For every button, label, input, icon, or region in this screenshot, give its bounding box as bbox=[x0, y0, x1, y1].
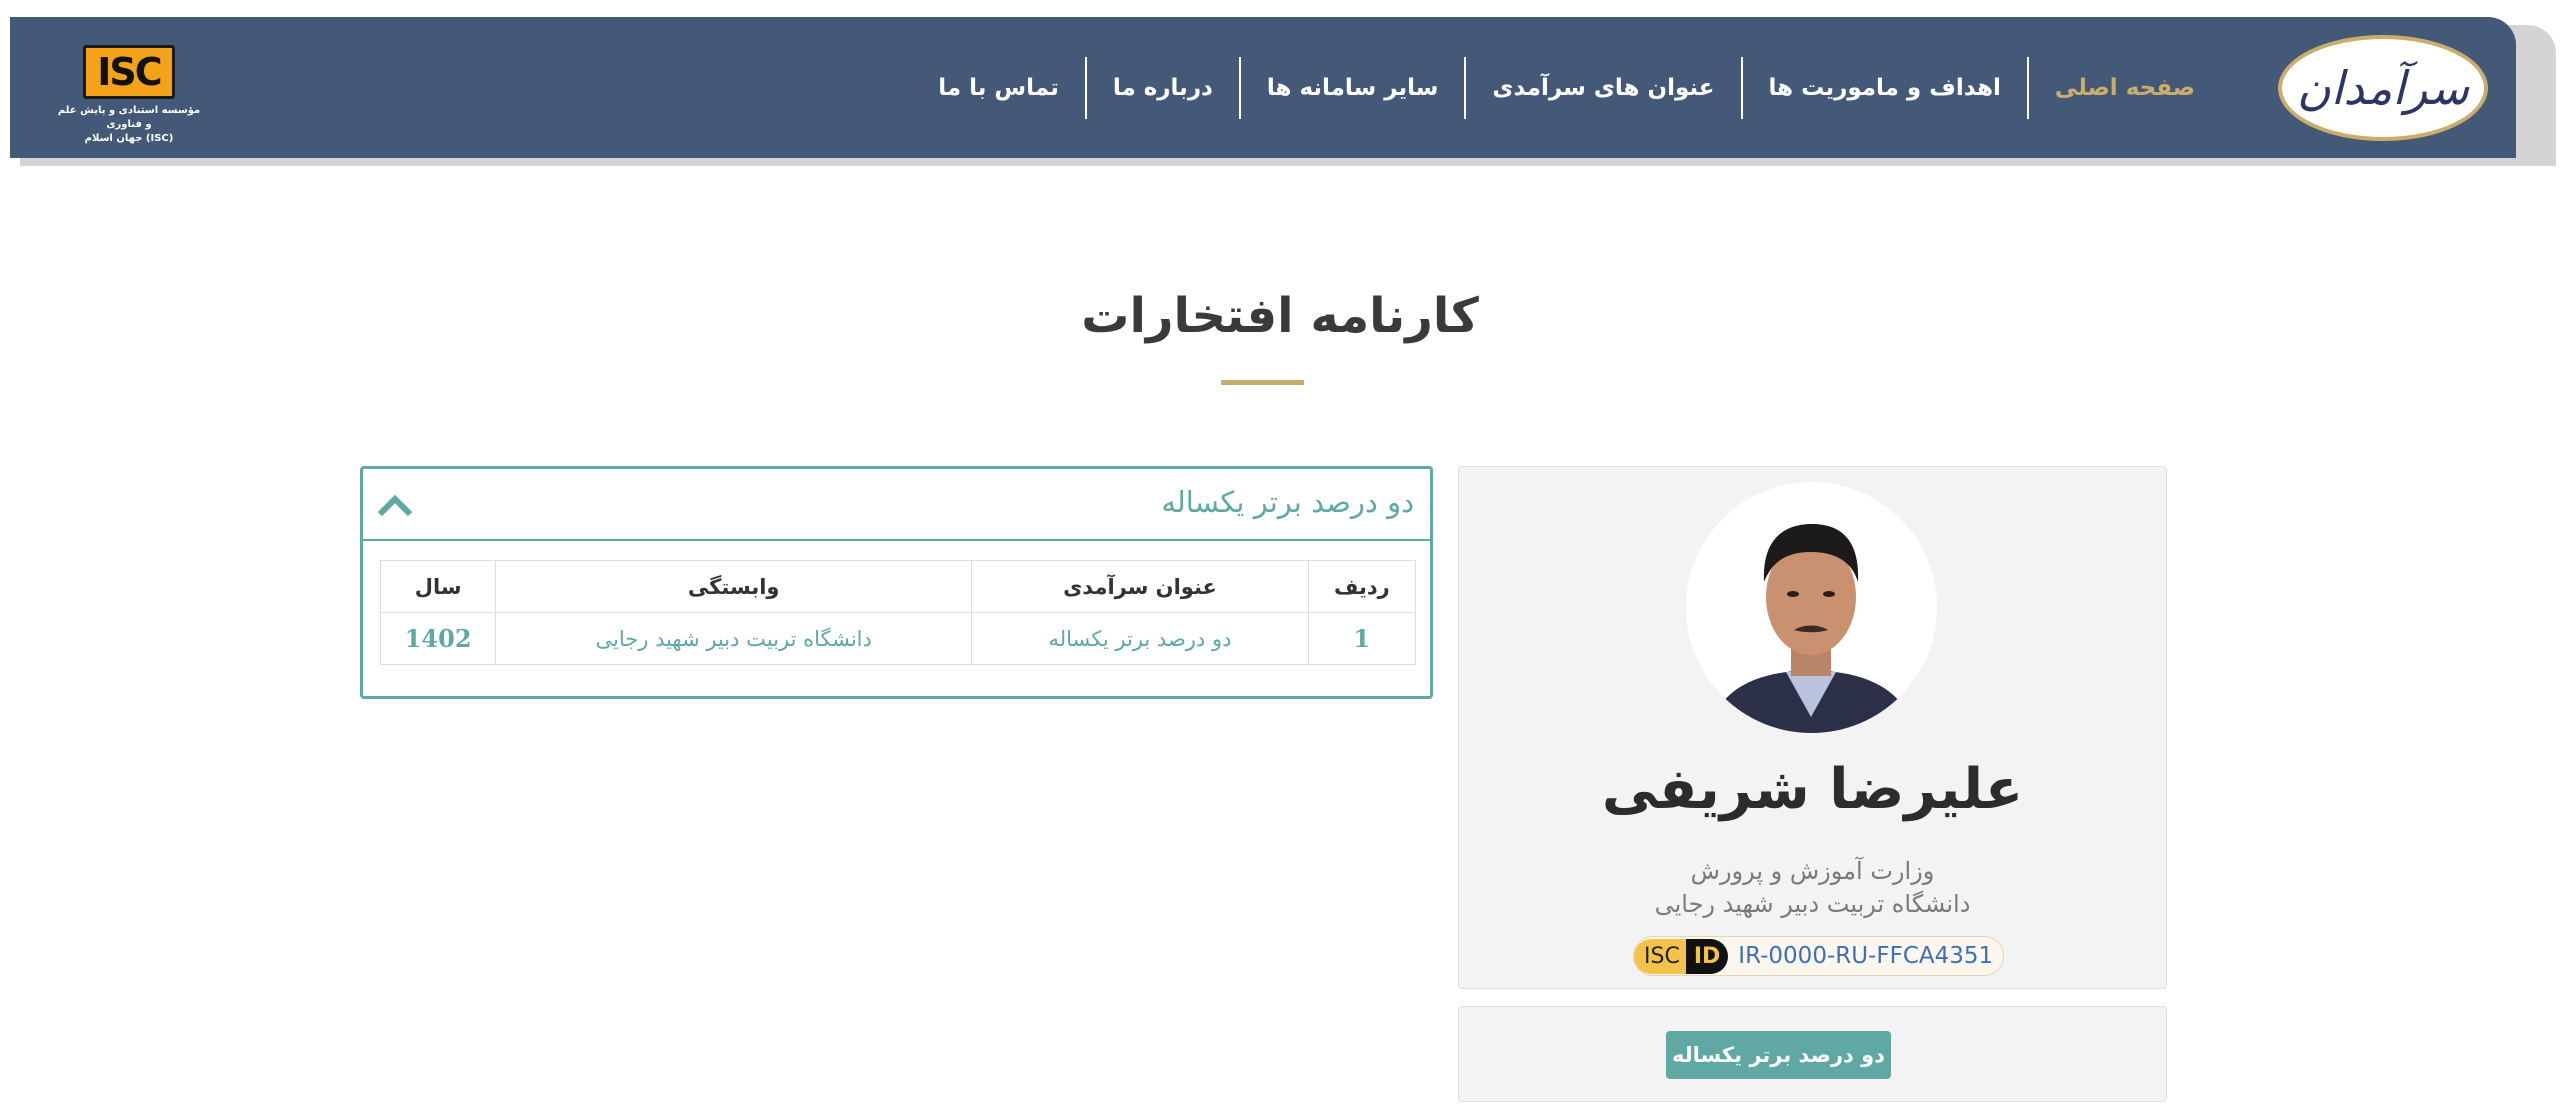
table-header-row: ردیف عنوان سرآمدی وابستگی سال bbox=[379, 560, 1417, 613]
cell-row-number: 1 bbox=[1307, 612, 1417, 665]
cell-year: 1402 bbox=[379, 612, 497, 665]
col-header-year: سال bbox=[379, 560, 497, 613]
awards-panel-header[interactable]: دو درصد برتر یکساله bbox=[363, 469, 1430, 541]
cell-title: دو درصد برتر یکساله bbox=[971, 612, 1309, 665]
isc-logo[interactable]: ISC مؤسسه استنادی و پایش علم و فناوری جه… bbox=[54, 45, 204, 153]
nav-goals[interactable]: اهداف و ماموریت ها bbox=[1743, 75, 2027, 101]
nav-about[interactable]: درباره ما bbox=[1087, 75, 1239, 101]
avatar bbox=[1686, 482, 1937, 733]
isc-logo-mark: ISC bbox=[83, 45, 175, 99]
brand-logo[interactable]: سرآمدان bbox=[2278, 35, 2488, 141]
person-name: علیرضا شریفی bbox=[1601, 757, 2024, 822]
isc-tag: ISC bbox=[1634, 938, 1686, 974]
profile-card: علیرضا شریفی وزارت آموزش و پرورش دانشگاه… bbox=[1458, 466, 2167, 989]
col-header-row-number: ردیف bbox=[1307, 560, 1417, 613]
col-header-title: عنوان سرآمدی bbox=[971, 560, 1309, 613]
nav-titles[interactable]: عنوان های سرآمدی bbox=[1466, 75, 1740, 101]
cell-affiliation: دانشگاه تربیت دبیر شهید رجایی bbox=[495, 612, 973, 665]
isc-caption-line1: مؤسسه استنادی و پایش علم و فناوری bbox=[57, 105, 201, 130]
col-header-affiliation: وابستگی bbox=[495, 560, 973, 613]
main-nav: صفحه اصلی اهداف و ماموریت ها عنوان های س… bbox=[912, 17, 2221, 158]
nav-other-systems[interactable]: سایر سامانه ها bbox=[1241, 75, 1465, 101]
top-navbar: سرآمدان صفحه اصلی اهداف و ماموریت ها عنو… bbox=[10, 17, 2516, 158]
id-tag: ID bbox=[1685, 938, 1729, 974]
chevron-up-icon[interactable] bbox=[377, 487, 413, 523]
affiliation-line1: وزارت آموزش و پرورش bbox=[1690, 857, 1935, 885]
avatar-photo bbox=[1686, 482, 1937, 733]
affiliation-line2: دانشگاه تربیت دبیر شهید رجایی bbox=[1654, 890, 1971, 918]
awards-table: ردیف عنوان سرآمدی وابستگی سال 1 دو درصد … bbox=[379, 560, 1417, 665]
awards-panel-title: دو درصد برتر یکساله bbox=[1161, 485, 1414, 519]
isc-id-badge[interactable]: ISC ID IR-0000-RU-FFCA4351 bbox=[1633, 936, 2005, 976]
awards-panel: دو درصد برتر یکساله ردیف عنوان سرآمدی وا… bbox=[360, 466, 1433, 699]
title-underline bbox=[1221, 380, 1304, 385]
badges-card: دو درصد برتر یکساله bbox=[1458, 1006, 2167, 1102]
nav-contact[interactable]: تماس با ما bbox=[912, 75, 1085, 101]
table-row: 1 دو درصد برتر یکساله دانشگاه تربیت دبیر… bbox=[379, 612, 1417, 665]
brand-logo-text: سرآمدان bbox=[2296, 61, 2470, 115]
person-affiliation: وزارت آموزش و پرورش دانشگاه تربیت دبیر ش… bbox=[1459, 855, 2166, 921]
isc-id-code[interactable]: IR-0000-RU-FFCA4351 bbox=[1738, 943, 1993, 969]
award-badge-button[interactable]: دو درصد برتر یکساله bbox=[1666, 1031, 1891, 1079]
isc-logo-caption: مؤسسه استنادی و پایش علم و فناوری جهان ا… bbox=[54, 104, 204, 146]
page-title: کارنامه افتخارات bbox=[1081, 288, 1479, 344]
isc-caption-line2: جهان اسلام (ISC) bbox=[84, 133, 174, 144]
nav-home[interactable]: صفحه اصلی bbox=[2029, 75, 2221, 101]
